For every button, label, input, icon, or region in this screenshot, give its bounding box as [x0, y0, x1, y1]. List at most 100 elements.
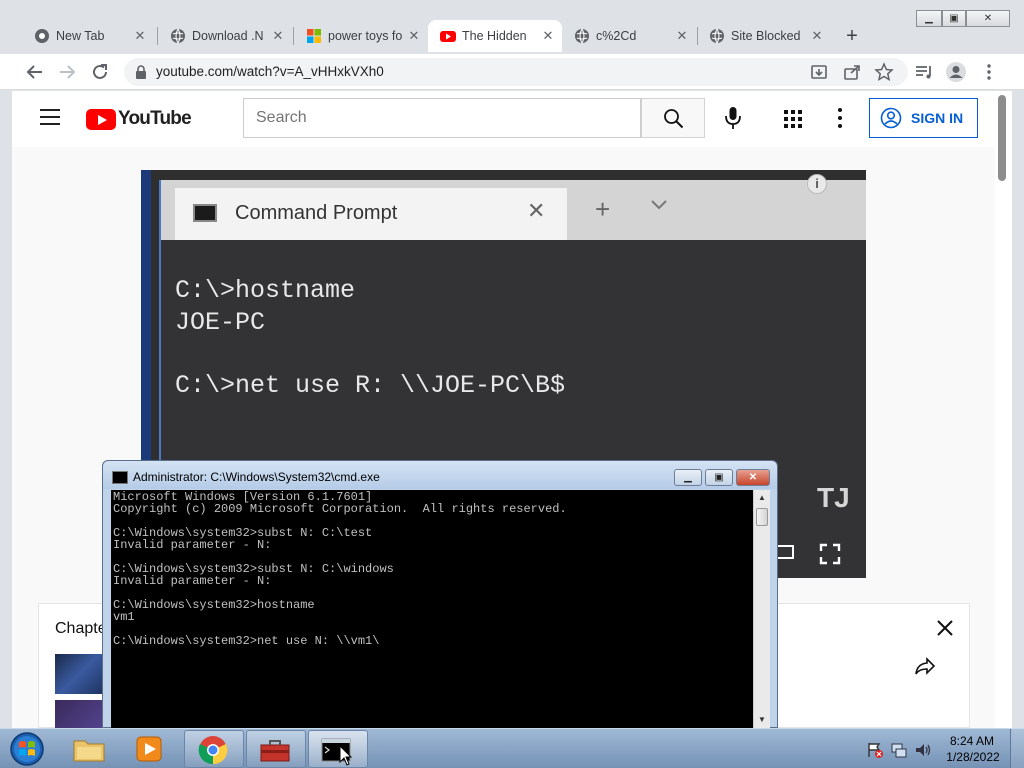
close-window-button[interactable]: ✕ [966, 10, 1010, 27]
share-arrow-icon[interactable] [913, 654, 937, 678]
cmd-scrollbar-thumb[interactable] [756, 508, 768, 526]
cmd-scrollbar[interactable]: ▲ ▼ [753, 490, 770, 729]
tab-close-icon[interactable]: ✕ [540, 28, 556, 44]
mouse-cursor-icon [339, 745, 353, 766]
cmd-maximize-button[interactable]: ▣ [705, 469, 733, 486]
taskbar-media-player[interactable] [121, 730, 181, 768]
cmd-icon [112, 471, 128, 484]
taskbar-toolbox[interactable] [246, 730, 306, 768]
sign-in-label: SIGN IN [911, 110, 964, 126]
video-terminal-tab: Command Prompt ✕ [175, 188, 567, 240]
page-scrollbar[interactable] [995, 91, 1012, 728]
windows-start-button[interactable] [4, 730, 50, 768]
browser-toolbar: youtube.com/watch?v=A_vHHxkVXh0 [0, 54, 1024, 90]
lock-icon[interactable] [134, 64, 148, 80]
share-icon[interactable] [841, 61, 863, 83]
globe-icon [575, 28, 589, 44]
chevron-down-icon [651, 200, 667, 210]
tab-power-toys[interactable]: power toys fo ✕ [294, 20, 428, 52]
profile-avatar-icon[interactable] [945, 61, 967, 83]
bookmark-star-icon[interactable] [873, 61, 895, 83]
cmd-close-button[interactable]: ✕ [736, 469, 770, 486]
install-app-icon[interactable] [808, 61, 830, 83]
tab-label: c%2Cd [596, 29, 637, 43]
cmd-window: Administrator: C:\Windows\System32\cmd.e… [102, 460, 778, 729]
youtube-logo[interactable]: YouTube [86, 107, 192, 131]
cmd-minimize-button[interactable]: ▁ [674, 469, 702, 486]
video-terminal-line: JOE-PC [175, 308, 266, 337]
fullscreen-icon[interactable] [819, 543, 841, 565]
microphone-icon[interactable] [723, 106, 743, 130]
tab-close-icon[interactable]: ✕ [406, 28, 422, 44]
video-terminal-tabbar: Command Prompt ✕ + [161, 180, 866, 240]
google-chrome-icon [198, 736, 228, 765]
taskbar-explorer[interactable] [60, 730, 120, 768]
folder-icon [73, 740, 105, 762]
video-terminal-line: C:\>hostname [175, 276, 356, 305]
tab-download[interactable]: Download .N ✕ [158, 20, 292, 52]
action-center-flag-icon[interactable] [866, 741, 884, 759]
tab-label: New Tab [56, 29, 105, 43]
channel-watermark: TJ [817, 482, 850, 513]
window-frame [1012, 91, 1024, 728]
youtube-icon [440, 31, 456, 42]
new-tab-button[interactable]: + [842, 26, 862, 46]
maximize-button[interactable]: ▣ [942, 10, 966, 27]
video-terminal-tab-title: Command Prompt [235, 202, 398, 224]
miniplayer-icon[interactable] [776, 543, 794, 561]
globe-icon [171, 28, 185, 44]
url-text[interactable]: youtube.com/watch?v=A_vHHxkVXh0 [156, 64, 384, 79]
scrollbar-thumb[interactable] [998, 95, 1006, 181]
tab-close-icon[interactable]: ✕ [270, 28, 286, 44]
taskbar: 8:24 AM 1/28/2022 [0, 728, 1024, 768]
youtube-header: YouTube SIGN IN [12, 91, 995, 147]
apps-grid-icon[interactable] [783, 109, 803, 129]
media-player-icon [136, 736, 162, 762]
taskbar-chrome[interactable] [184, 730, 244, 768]
tab-label: power toys fo [328, 29, 403, 43]
close-icon: ✕ [527, 198, 546, 223]
globe-icon [710, 28, 724, 44]
cmd-console[interactable]: Microsoft Windows [Version 6.1.7601] Cop… [111, 490, 753, 729]
network-icon[interactable] [890, 741, 908, 759]
close-icon[interactable] [935, 618, 955, 638]
reload-icon[interactable] [89, 61, 111, 83]
tab-label: Site Blocked [731, 29, 801, 43]
terminal-icon [193, 204, 217, 222]
address-bar[interactable]: youtube.com/watch?v=A_vHHxkVXh0 [124, 58, 908, 86]
taskbar-cmd[interactable] [308, 730, 368, 768]
cmd-titlebar[interactable]: Administrator: C:\Windows\System32\cmd.e… [103, 461, 777, 489]
youtube-play-icon [86, 108, 116, 130]
kebab-menu-icon[interactable] [978, 61, 1000, 83]
tab-c2cd[interactable]: c%2Cd ✕ [562, 20, 696, 52]
scroll-up-arrow-icon[interactable]: ▲ [754, 490, 770, 506]
volume-icon[interactable] [914, 741, 932, 759]
back-arrow-icon[interactable] [24, 61, 46, 83]
tab-close-icon[interactable]: ✕ [674, 28, 690, 44]
tab-close-icon[interactable]: ✕ [809, 28, 825, 44]
clock-time[interactable]: 8:24 AM [946, 734, 998, 748]
more-vert-icon[interactable] [834, 107, 846, 129]
forward-arrow-icon[interactable] [56, 61, 78, 83]
cmd-output: Microsoft Windows [Version 6.1.7601] Cop… [113, 490, 567, 648]
info-icon[interactable]: i [807, 174, 827, 194]
tab-site-blocked[interactable]: Site Blocked ✕ [697, 20, 831, 52]
toolbox-icon [260, 740, 290, 762]
youtube-search-input[interactable] [243, 98, 641, 138]
tab-close-icon[interactable]: ✕ [132, 28, 148, 44]
tab-label: Download .N [192, 29, 264, 43]
hamburger-menu-icon[interactable] [40, 109, 60, 125]
media-controls-icon[interactable] [913, 61, 935, 83]
clock-date[interactable]: 1/28/2022 [942, 750, 1004, 764]
tab-new-tab[interactable]: New Tab ✕ [22, 20, 154, 52]
video-terminal-line: C:\>net use R: \\JOE-PC\B$ [175, 371, 566, 400]
scroll-down-arrow-icon[interactable]: ▼ [754, 712, 770, 728]
chrome-icon [35, 29, 49, 43]
tab-the-hidden[interactable]: The Hidden ✕ [428, 20, 562, 52]
youtube-search-button[interactable] [641, 98, 705, 138]
show-desktop-button[interactable] [1010, 729, 1024, 768]
sign-in-button[interactable]: SIGN IN [869, 98, 978, 138]
minimize-button[interactable]: ▁ [916, 10, 942, 27]
youtube-logo-text: YouTube [118, 108, 192, 129]
tab-strip: New Tab ✕ Download .N ✕ power toys fo ✕ … [0, 0, 1024, 54]
